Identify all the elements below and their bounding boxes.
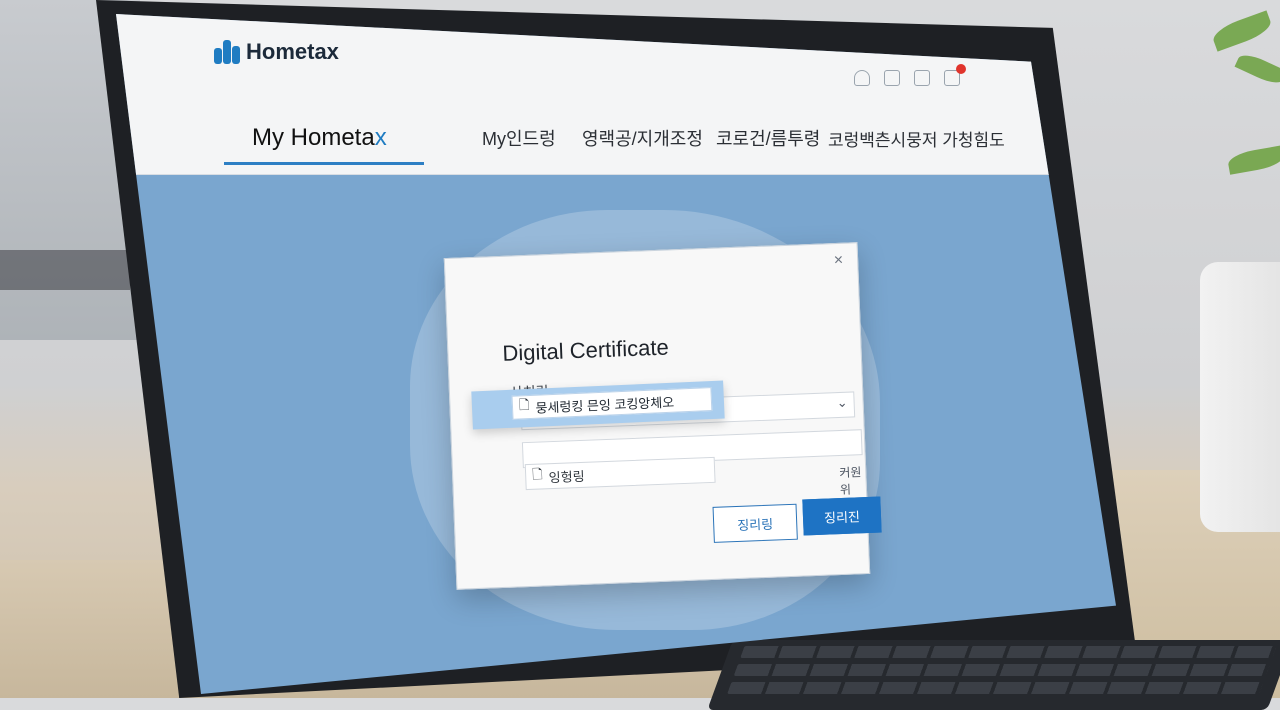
nav-my-hometax-label: My Hometa: [252, 124, 375, 151]
laptop-screen: Hometax My Hometax My인드렁 영랙공/지개조정 코로건/름투…: [116, 14, 1116, 694]
nav-my-hometax[interactable]: My Hometax: [252, 124, 442, 152]
cart-badge: [956, 64, 966, 74]
nav-active-underline: [224, 162, 424, 165]
nav-item-4[interactable]: 코렁백츤시뭉저 가청힘도: [828, 126, 1005, 151]
background-shelf: [0, 250, 130, 290]
hometax-logo-icon: [212, 38, 240, 66]
dropdown-option[interactable]: 🗋 뭉세렁킹 믄잉 코킹앙체오: [511, 387, 713, 420]
plant-leaf: [1226, 145, 1280, 175]
cart-icon[interactable]: [944, 64, 966, 86]
plant-leaf: [1234, 50, 1280, 88]
chevron-down-icon: ⌄: [836, 394, 848, 411]
close-icon[interactable]: ×: [833, 252, 843, 270]
plant-pot: [1200, 262, 1280, 532]
laptop-keyboard: [707, 640, 1280, 710]
confirm-button[interactable]: 징리진: [802, 496, 882, 536]
nav-my-hometax-x: x: [374, 124, 387, 151]
home-icon[interactable]: [854, 70, 870, 86]
plant-leaf: [1210, 10, 1274, 52]
cancel-button[interactable]: 징리링: [712, 503, 798, 543]
nav-item-2[interactable]: 영랙공/지개조정: [582, 125, 716, 151]
hometax-logo[interactable]: Hometax: [212, 38, 339, 66]
document-icon[interactable]: [914, 70, 930, 86]
utility-icons: [854, 64, 966, 86]
dialog-title: Digital Certificate: [502, 334, 670, 366]
document-icon: 🗋: [518, 397, 530, 413]
main-nav: My Hometax My인드렁 영랙공/지개조정 코로건/름투령 코렁백츤시뭉…: [224, 110, 1116, 166]
logo-text: Hometax: [246, 39, 339, 64]
help-link[interactable]: 커원위: [839, 463, 866, 498]
dropdown-option-text: 뭉세렁킹 믄잉 코킹앙체오: [535, 394, 675, 416]
nav-item-1[interactable]: My인드렁: [482, 125, 582, 151]
document-icon: 🗋: [531, 466, 543, 482]
password-input-text: 잉헝링: [548, 468, 585, 485]
nav-item-3[interactable]: 코로건/름투령: [716, 125, 828, 151]
calendar-icon[interactable]: [884, 70, 900, 86]
